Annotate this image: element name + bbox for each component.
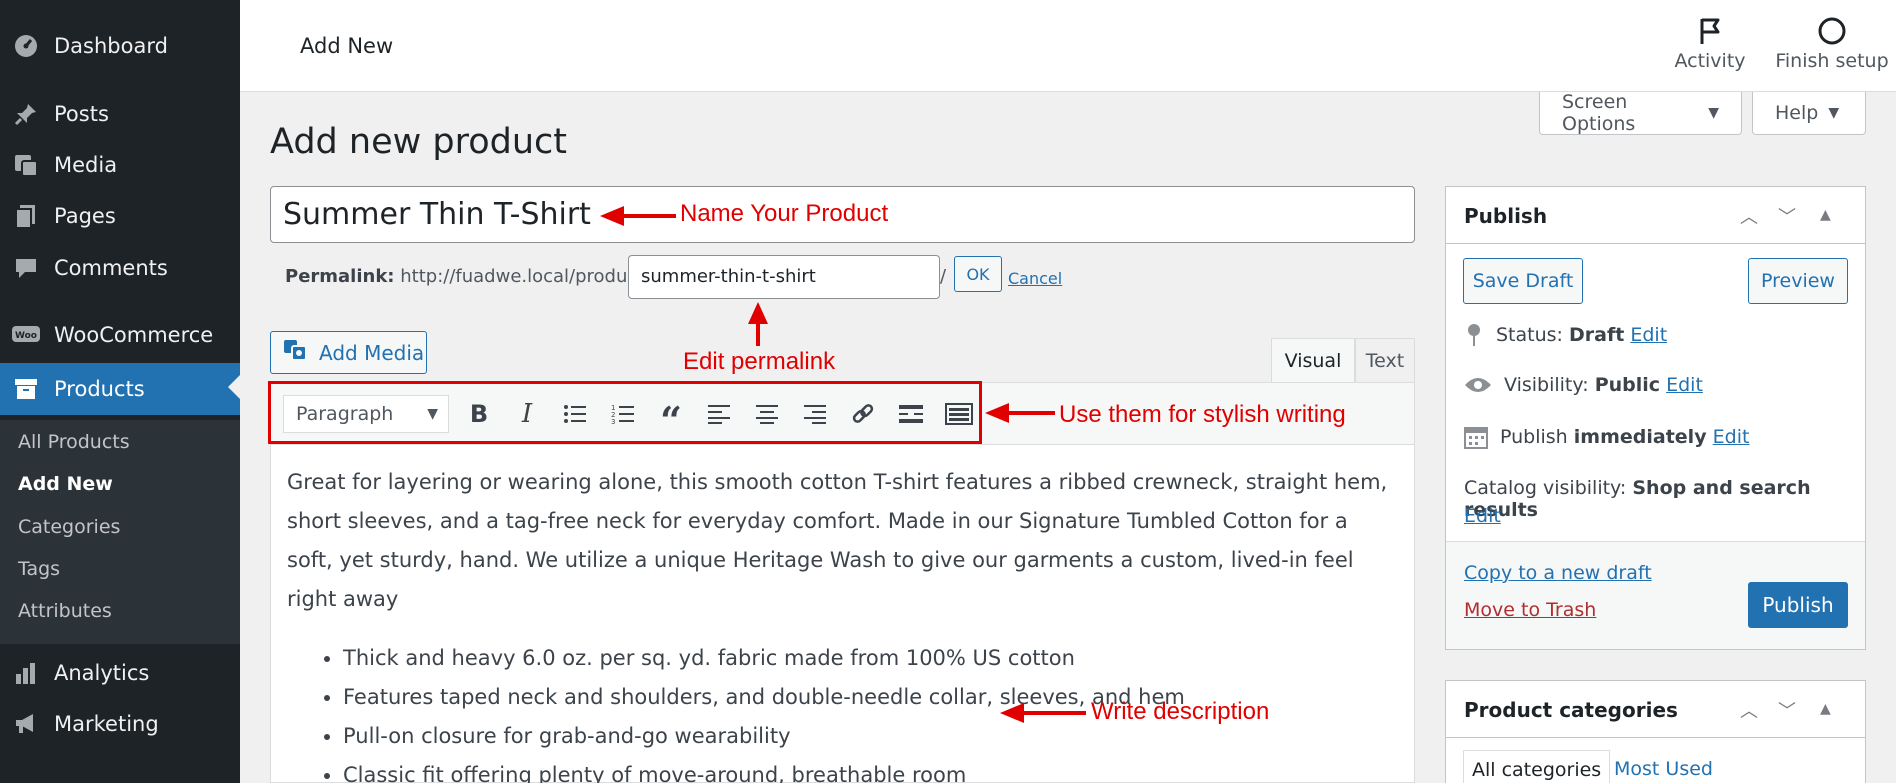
annotation-arrows [600, 206, 1086, 723]
arrow-to-toolbar [985, 403, 1055, 423]
arrow-to-title [600, 206, 676, 226]
arrow-to-description [1000, 703, 1086, 723]
arrow-to-permalink [748, 302, 768, 346]
